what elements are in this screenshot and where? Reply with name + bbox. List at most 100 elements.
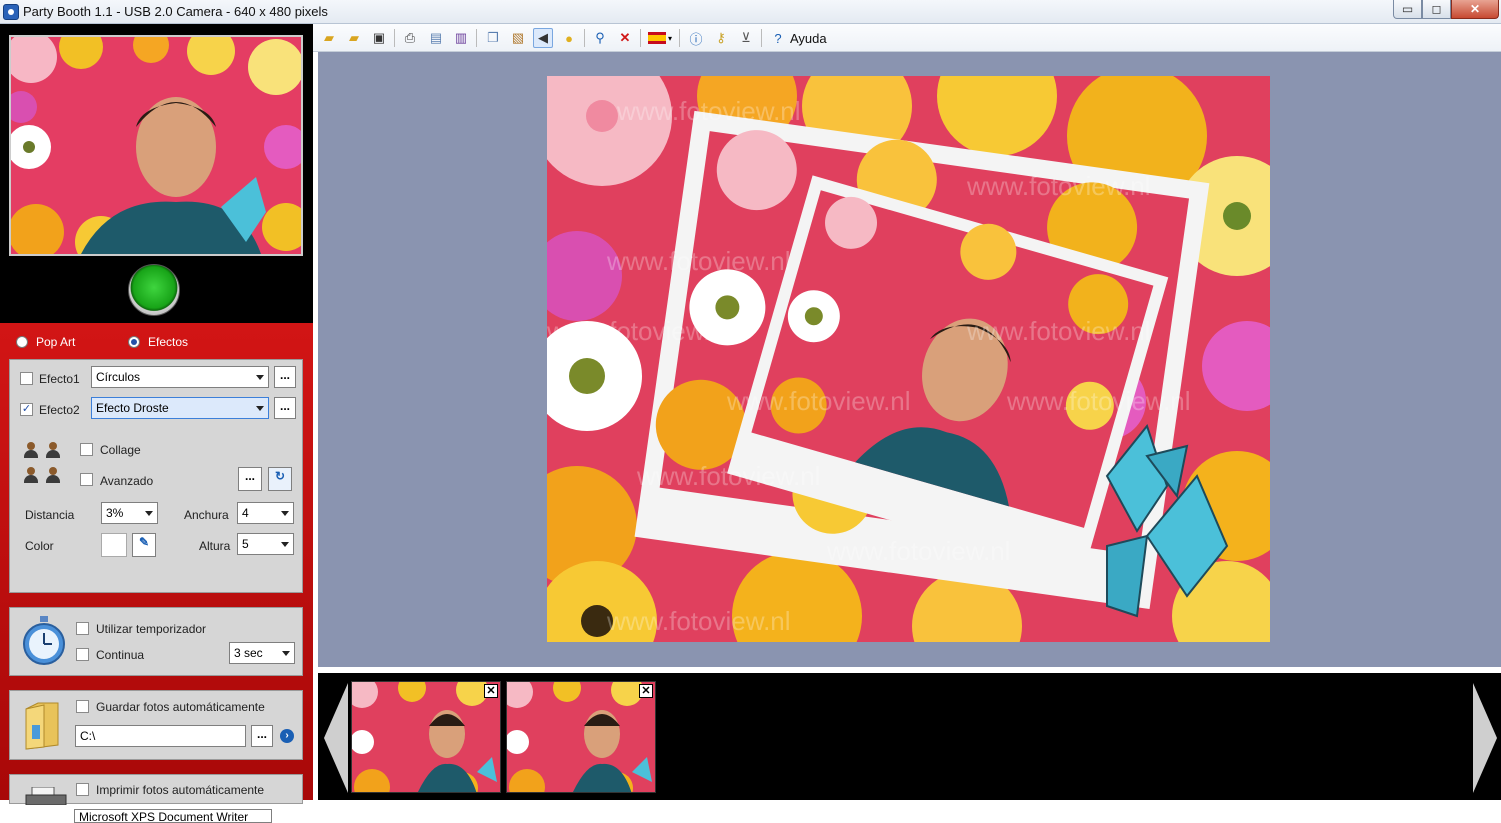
advanced-icons — [23, 467, 61, 483]
autosave-box: Guardar fotos automáticamente C:\ ... › — [9, 690, 303, 760]
timer-box: Utilizar temporizador Continua 3 sec — [9, 607, 303, 676]
popart-radio[interactable] — [16, 336, 28, 348]
print-icon[interactable]: ⎙ — [400, 28, 420, 48]
effect2-select[interactable]: Efecto Droste — [91, 397, 269, 419]
distance-select[interactable]: 3% — [101, 502, 158, 524]
watermark-text: www.fotoview.nl — [617, 96, 801, 126]
watermark-text: www.fotoview.nl — [547, 316, 731, 346]
effect1-select[interactable]: Círculos — [91, 366, 269, 388]
save-icon[interactable]: ▣ — [369, 28, 389, 48]
collage-icons — [23, 442, 61, 458]
help-icon[interactable]: ? — [768, 28, 788, 48]
thumbnail-image — [507, 682, 655, 792]
remove-thumbnail-button[interactable]: ✕ — [639, 684, 653, 698]
scroll-right-arrow-icon[interactable] — [1473, 683, 1497, 793]
chevron-down-icon — [256, 375, 264, 380]
height-label: Altura — [199, 539, 231, 553]
effect1-value: Círculos — [96, 370, 141, 384]
autoprint-checkbox[interactable] — [76, 783, 89, 796]
language-flag-icon[interactable]: ▾ — [646, 28, 674, 48]
effects-label: Efectos — [148, 335, 189, 349]
key-icon[interactable]: ⚷ — [711, 28, 731, 48]
chevron-down-icon — [281, 542, 289, 547]
camera-feed-image — [11, 37, 301, 254]
preview-canvas: www.fotoview.nl www.fotoview.nl www.foto… — [318, 52, 1501, 667]
width-label: Anchura — [184, 508, 229, 522]
mode-effects-option[interactable]: Efectos — [128, 335, 188, 349]
collage-checkbox[interactable] — [80, 443, 93, 456]
effect2-label: Efecto2 — [39, 403, 80, 417]
toolbar-separator — [761, 29, 762, 47]
mode-popart-option[interactable]: Pop Art — [16, 335, 75, 349]
preview-photo: www.fotoview.nl www.fotoview.nl www.foto… — [547, 76, 1270, 642]
person-icon — [45, 467, 61, 483]
go-arrow-icon[interactable]: › — [280, 729, 294, 743]
advanced-checkbox[interactable] — [80, 473, 93, 486]
app-icon — [3, 4, 19, 20]
save-path-input[interactable]: C:\ — [75, 725, 246, 747]
scroll-left-arrow-icon[interactable] — [324, 683, 348, 793]
window-title: Party Booth 1.1 - USB 2.0 Camera - 640 x… — [23, 4, 328, 19]
effects-radio[interactable] — [128, 336, 140, 348]
title-bar: Party Booth 1.1 - USB 2.0 Camera - 640 x… — [0, 0, 1501, 24]
capture-button[interactable] — [128, 264, 180, 316]
clipboard-icon[interactable]: ▧ — [508, 28, 528, 48]
effect2-more-button[interactable]: ... — [274, 397, 296, 419]
person-icon — [23, 442, 39, 458]
continuous-checkbox[interactable] — [76, 648, 89, 661]
width-select[interactable]: 4 — [237, 502, 294, 524]
maximize-button[interactable]: ◻ — [1422, 0, 1451, 19]
thumbnail-item[interactable]: ✕ — [506, 681, 656, 793]
person-icon — [23, 467, 39, 483]
height-select[interactable]: 5 — [237, 533, 294, 555]
stopwatch-icon — [23, 616, 65, 665]
effect2-checkbox[interactable]: ✓ — [20, 403, 33, 416]
printer-icon — [25, 787, 67, 805]
advanced-label: Avanzado — [100, 474, 154, 488]
toolbar-separator — [394, 29, 395, 47]
info-icon[interactable]: ⓘ — [686, 28, 706, 48]
eyedropper-icon[interactable]: ✎ — [132, 533, 156, 557]
interval-value: 3 sec — [234, 646, 263, 660]
timer-checkbox[interactable] — [76, 622, 89, 635]
sound-icon[interactable]: ◀ — [533, 28, 553, 48]
effects-box: Efecto1 Círculos ... ✓ Efecto2 Efecto Dr… — [9, 359, 303, 593]
printer-select[interactable]: Microsoft XPS Document Writer — [74, 809, 272, 823]
copy-icon[interactable]: ❐ — [483, 28, 503, 48]
interval-select[interactable]: 3 sec — [229, 642, 295, 664]
color-swatch[interactable] — [101, 533, 127, 557]
close-button[interactable]: ✕ — [1451, 0, 1499, 19]
color-label: Color — [25, 539, 54, 553]
remove-thumbnail-button[interactable]: ✕ — [484, 684, 498, 698]
watermark-text: www.fotoview.nl — [967, 171, 1151, 201]
effect1-more-button[interactable]: ... — [274, 366, 296, 388]
thumbnail-item[interactable]: ✕ — [351, 681, 501, 793]
bulb-icon[interactable]: ● — [559, 28, 579, 48]
zoom-icon[interactable]: ⚲ — [590, 28, 610, 48]
open-folder-icon[interactable]: ▰ — [319, 28, 339, 48]
minimize-button[interactable]: ▭ — [1393, 0, 1422, 19]
collage-label: Collage — [100, 443, 141, 457]
chevron-down-icon — [256, 406, 264, 411]
height-value: 5 — [242, 537, 249, 551]
toolbar-separator — [679, 29, 680, 47]
thumbnail-image — [352, 682, 500, 792]
thumbnail-strip: ✕ ✕ — [318, 673, 1501, 800]
effect1-checkbox[interactable] — [20, 372, 33, 385]
film-icon[interactable]: ▥ — [451, 28, 471, 48]
autosave-checkbox[interactable] — [76, 700, 89, 713]
chevron-down-icon — [145, 511, 153, 516]
advanced-more-button[interactable]: ... — [238, 467, 262, 491]
help-label[interactable]: Ayuda — [790, 31, 827, 46]
watermark-text: www.fotoview.nl — [827, 536, 1011, 566]
watermark-text: www.fotoview.nl — [967, 316, 1151, 346]
timer-label: Utilizar temporizador — [96, 622, 207, 636]
open-folder2-icon[interactable]: ▰ — [344, 28, 364, 48]
print-preview-icon[interactable]: ▤ — [426, 28, 446, 48]
browse-path-button[interactable]: ... — [251, 725, 273, 747]
refresh-icon[interactable]: ↻ — [268, 467, 292, 491]
camera-preview — [9, 35, 303, 256]
cart-icon[interactable]: ⊻ — [736, 28, 756, 48]
delete-icon[interactable]: ✕ — [615, 28, 635, 48]
continuous-label: Continua — [96, 648, 145, 662]
